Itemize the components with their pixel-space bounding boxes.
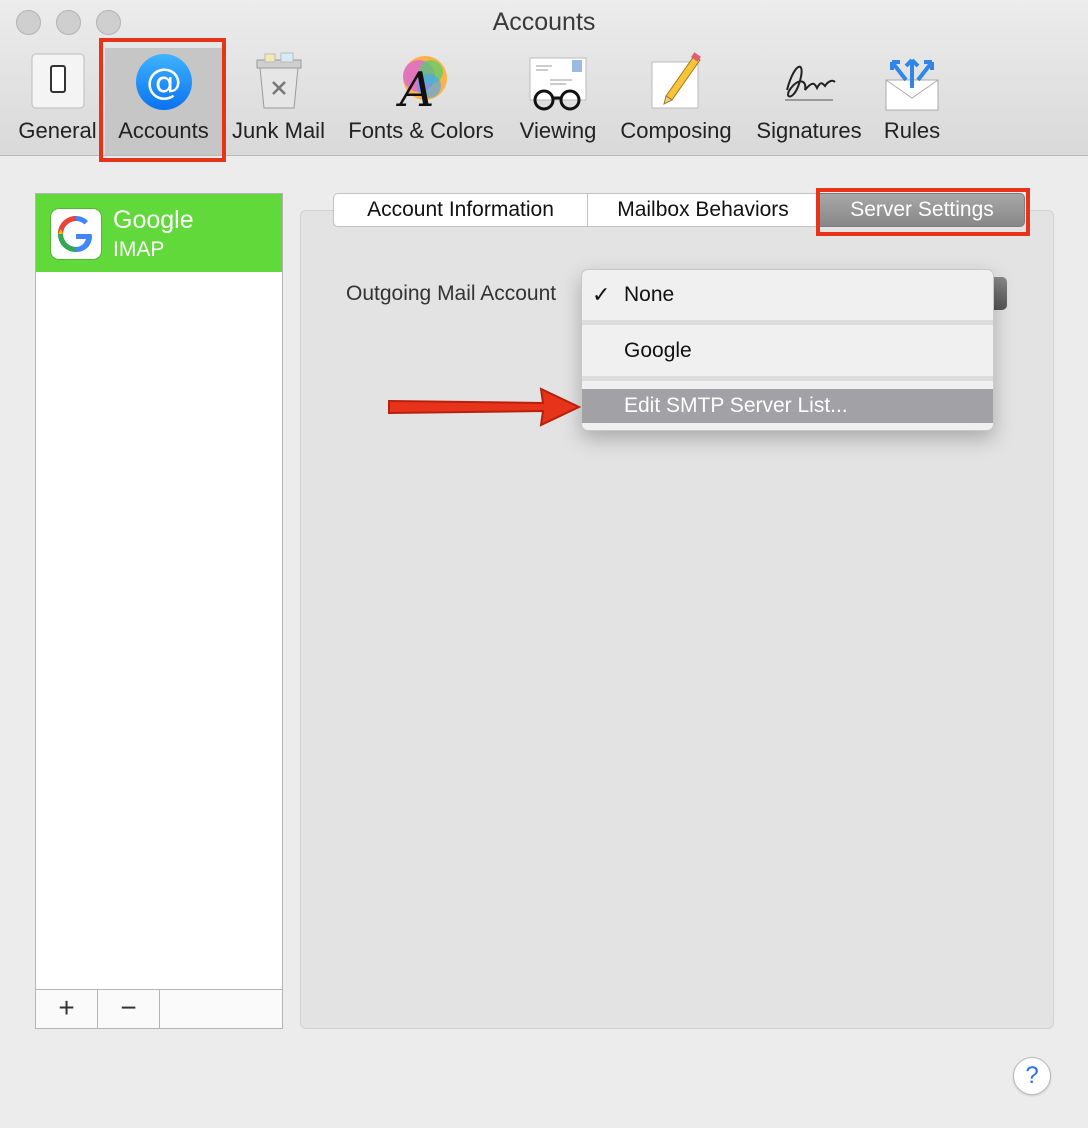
checkmark-icon: ✓ [592, 273, 610, 317]
toolbar-junk-mail[interactable]: Junk Mail [226, 48, 331, 155]
account-type: IMAP [113, 238, 164, 262]
toolbar-rules-label: Rules [876, 118, 948, 144]
menu-separator [582, 376, 993, 381]
highlight-box-server-settings [816, 188, 1030, 236]
toolbar-signatures-label: Signatures [748, 118, 870, 144]
signature-icon [777, 50, 841, 114]
envelope-arrows-icon [880, 50, 944, 114]
toolbar-composing[interactable]: Composing [612, 48, 740, 155]
outgoing-account-menu: ✓ None Google Edit SMTP Server List... [581, 269, 994, 431]
highlight-box-accounts [99, 38, 226, 162]
tab-mailbox-behaviors[interactable]: Mailbox Behaviors [587, 193, 819, 227]
outgoing-mail-account-label: Outgoing Mail Account [346, 282, 556, 306]
account-name: Google [113, 206, 194, 235]
toolbar-fonts-colors-label: Fonts & Colors [340, 118, 502, 144]
menu-item-label: Google [624, 329, 692, 373]
annotation-arrow-icon [383, 383, 583, 429]
svg-text:A: A [396, 62, 435, 114]
pencil-paper-icon [644, 50, 708, 114]
menu-item-edit-smtp-server-list[interactable]: Edit SMTP Server List... [582, 389, 993, 423]
toolbar-composing-label: Composing [612, 118, 740, 144]
glasses-letter-icon [526, 50, 590, 114]
help-button[interactable]: ? [1013, 1057, 1051, 1095]
toolbar-viewing-label: Viewing [510, 118, 606, 144]
toolbar-general-label: General [10, 118, 105, 144]
trash-bin-icon [247, 50, 311, 114]
toolbar-rules[interactable]: Rules [876, 48, 948, 155]
window-title: Accounts [0, 8, 1088, 37]
add-account-button[interactable]: + [36, 990, 98, 1028]
toolbar-junk-mail-label: Junk Mail [226, 118, 331, 144]
menu-item-label: None [624, 273, 674, 317]
menu-item-none[interactable]: ✓ None [582, 273, 993, 317]
menu-item-label: Edit SMTP Server List... [624, 389, 848, 423]
account-row-google[interactable]: Google IMAP [36, 194, 282, 272]
font-color-icon: A [389, 50, 453, 114]
toolbar-general[interactable]: General [10, 48, 105, 155]
tab-account-information[interactable]: Account Information [333, 193, 588, 227]
toolbar-viewing[interactable]: Viewing [510, 48, 606, 155]
google-g-icon [51, 209, 101, 259]
toolbar-fonts-colors[interactable]: A Fonts & Colors [340, 48, 502, 155]
menu-item-google[interactable]: Google [582, 329, 993, 373]
account-list: Google IMAP + − [35, 193, 283, 1029]
list-controls: + − [36, 989, 282, 1028]
menu-separator [582, 320, 993, 325]
remove-account-button[interactable]: − [98, 990, 160, 1028]
toolbar-signatures[interactable]: Signatures [748, 48, 870, 155]
switch-icon [26, 50, 90, 114]
